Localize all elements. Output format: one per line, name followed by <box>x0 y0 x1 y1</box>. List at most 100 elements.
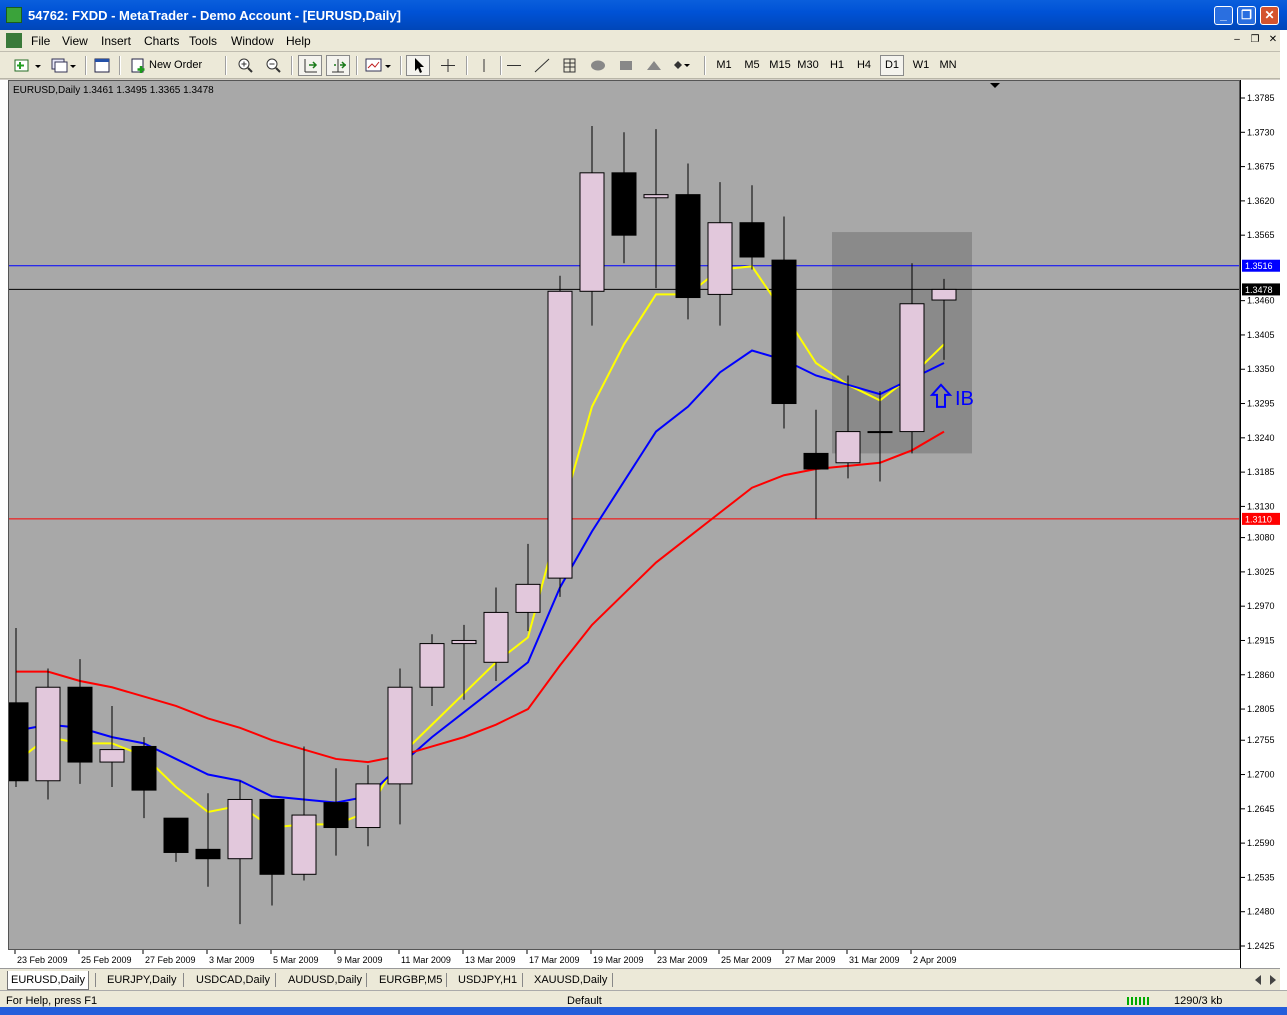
candle-body <box>355 783 381 829</box>
autoscroll-icon <box>332 59 347 73</box>
chart-area[interactable]: IB EURUSD,Daily 1.3461 1.3495 1.3365 1.3… <box>8 80 1240 950</box>
time-label: 25 Mar 2009 <box>721 955 772 965</box>
timeframe-m1-button[interactable]: M1 <box>712 55 736 76</box>
timeframe-d1-button[interactable]: D1 <box>880 55 904 76</box>
price-label: 1.3620 <box>1247 196 1275 206</box>
minimize-button[interactable]: _ <box>1214 6 1233 25</box>
price-label: 1.3350 <box>1247 364 1275 374</box>
tab-audusd-daily[interactable]: AUDUSD,Daily <box>285 971 365 990</box>
price-label: 1.3730 <box>1247 127 1275 137</box>
price-label: 1.3240 <box>1247 433 1275 443</box>
candle-body <box>483 611 509 663</box>
triangle-tool-button[interactable] <box>642 55 666 76</box>
price-label: 1.3675 <box>1247 162 1275 172</box>
tab-eurusd-daily[interactable]: EURUSD,Daily <box>7 971 89 990</box>
status-traffic: 1290/3 kb <box>1174 995 1223 1007</box>
tab-xauusd-daily[interactable]: XAUUSD,Daily <box>531 971 610 990</box>
tab-eurjpy-daily[interactable]: EURJPY,Daily <box>104 971 180 990</box>
timeframe-mn-button[interactable]: MN <box>936 55 960 76</box>
tab-eurgbp-m5[interactable]: EURGBP,M5 <box>376 971 445 990</box>
price-label: 1.2700 <box>1247 770 1275 780</box>
close-button[interactable]: ✕ <box>1260 6 1279 25</box>
connection-status-icon <box>1127 997 1149 1005</box>
autoscroll-button[interactable] <box>326 55 350 76</box>
price-label: 1.2645 <box>1247 804 1275 814</box>
price-label: 1.2535 <box>1247 872 1275 882</box>
price-chart[interactable]: IB EURUSD,Daily 1.3461 1.3495 1.3365 1.3… <box>9 81 1240 950</box>
mdi-restore-button[interactable]: ❐ <box>1248 33 1262 47</box>
menu-window[interactable]: Window <box>231 34 274 48</box>
price-label: 1.2480 <box>1247 907 1275 917</box>
arrows-icon <box>674 61 690 69</box>
price-label: 1.2860 <box>1247 670 1275 680</box>
vertical-line-tool-button[interactable] <box>472 55 496 76</box>
horizontal-line-tool-button[interactable] <box>502 55 526 76</box>
zoom-out-icon <box>266 58 281 73</box>
price-label: 1.2805 <box>1247 704 1275 714</box>
timeframe-h4-button[interactable]: H4 <box>852 55 876 76</box>
tab-separator <box>522 973 523 987</box>
arrows-tool-button[interactable] <box>670 55 700 76</box>
candle-body <box>195 848 221 860</box>
profiles-button[interactable] <box>47 55 79 76</box>
new-order-button[interactable]: New Order <box>126 55 208 76</box>
zoom-in-button[interactable] <box>233 55 257 76</box>
time-label: 11 Mar 2009 <box>401 955 451 965</box>
timeframe-h1-button[interactable]: H1 <box>825 55 849 76</box>
toolbar-separator <box>85 56 87 75</box>
fibonacci-tool-button[interactable] <box>558 55 582 76</box>
zoom-out-button[interactable] <box>261 55 285 76</box>
price-axis[interactable]: 1.3785 1.3730 1.3675 1.3620 1.3565 1.3460 1.34… <box>1240 80 1280 968</box>
trendline-tool-button[interactable] <box>530 55 554 76</box>
candle-body <box>419 643 445 688</box>
rectangle-tool-button[interactable] <box>614 55 638 76</box>
candle-body <box>35 686 61 782</box>
tab-separator <box>446 973 447 987</box>
tab-usdjpy-h1[interactable]: USDJPY,H1 <box>455 971 520 990</box>
mdi-close-button[interactable]: ✕ <box>1266 33 1280 47</box>
timeframe-m30-button[interactable]: M30 <box>795 55 821 76</box>
price-label: 1.2425 <box>1247 941 1275 951</box>
market-watch-button[interactable] <box>90 55 114 76</box>
status-help: For Help, press F1 <box>6 995 98 1007</box>
tabs-scroll-right-icon[interactable] <box>1266 974 1280 986</box>
price-label: 1.2590 <box>1247 838 1275 848</box>
chart-tabs: EURUSD,Daily EURJPY,Daily USDCAD,Daily A… <box>0 968 1280 990</box>
timeframe-m15-button[interactable]: M15 <box>767 55 793 76</box>
menu-file[interactable]: File <box>31 34 50 48</box>
menu-view[interactable]: View <box>62 34 88 48</box>
restore-button[interactable]: ❐ <box>1237 6 1256 25</box>
tab-separator <box>183 973 184 987</box>
mdi-minimize-button[interactable]: – <box>1230 33 1244 47</box>
current-price-tag: 1.3478 <box>1245 285 1273 295</box>
title-bar[interactable]: 54762: FXDD - MetaTrader - Demo Account … <box>0 0 1287 30</box>
price-axis-scale: 1.37851.37301.36751.36201.35651.34601.34… <box>1241 93 1280 951</box>
menu-insert[interactable]: Insert <box>101 34 131 48</box>
candle-body <box>835 431 861 464</box>
ib-label: IB <box>955 388 974 410</box>
menu-charts[interactable]: Charts <box>144 34 179 48</box>
time-axis[interactable]: 23 Feb 2009 25 Feb 2009 27 Feb 2009 3 Mar 2… <box>8 950 1240 968</box>
time-label: 27 Mar 2009 <box>785 955 836 965</box>
chart-window-icon[interactable] <box>6 33 22 48</box>
chart-shift-button[interactable] <box>298 55 322 76</box>
cursor-tool-button[interactable] <box>406 55 430 76</box>
moving-average-line-0 <box>15 265 945 829</box>
menu-help[interactable]: Help <box>286 34 311 48</box>
vertical-line-icon <box>483 59 485 72</box>
new-chart-button[interactable] <box>10 55 44 76</box>
tab-separator <box>275 973 276 987</box>
chart-shift-marker[interactable] <box>990 83 1000 88</box>
price-label: 1.2970 <box>1247 601 1275 611</box>
crosshair-tool-button[interactable] <box>436 55 460 76</box>
menu-tools[interactable]: Tools <box>189 34 217 48</box>
indicators-button[interactable] <box>362 55 394 76</box>
timeframe-w1-button[interactable]: W1 <box>909 55 933 76</box>
tab-usdcad-daily[interactable]: USDCAD,Daily <box>193 971 273 990</box>
toolbar-separator <box>400 56 402 75</box>
timeframe-m5-button[interactable]: M5 <box>740 55 764 76</box>
tabs-scroll-left-icon[interactable] <box>1252 974 1266 986</box>
candle-body <box>579 172 605 292</box>
ellipse-tool-button[interactable] <box>586 55 610 76</box>
candle-body <box>227 798 253 860</box>
